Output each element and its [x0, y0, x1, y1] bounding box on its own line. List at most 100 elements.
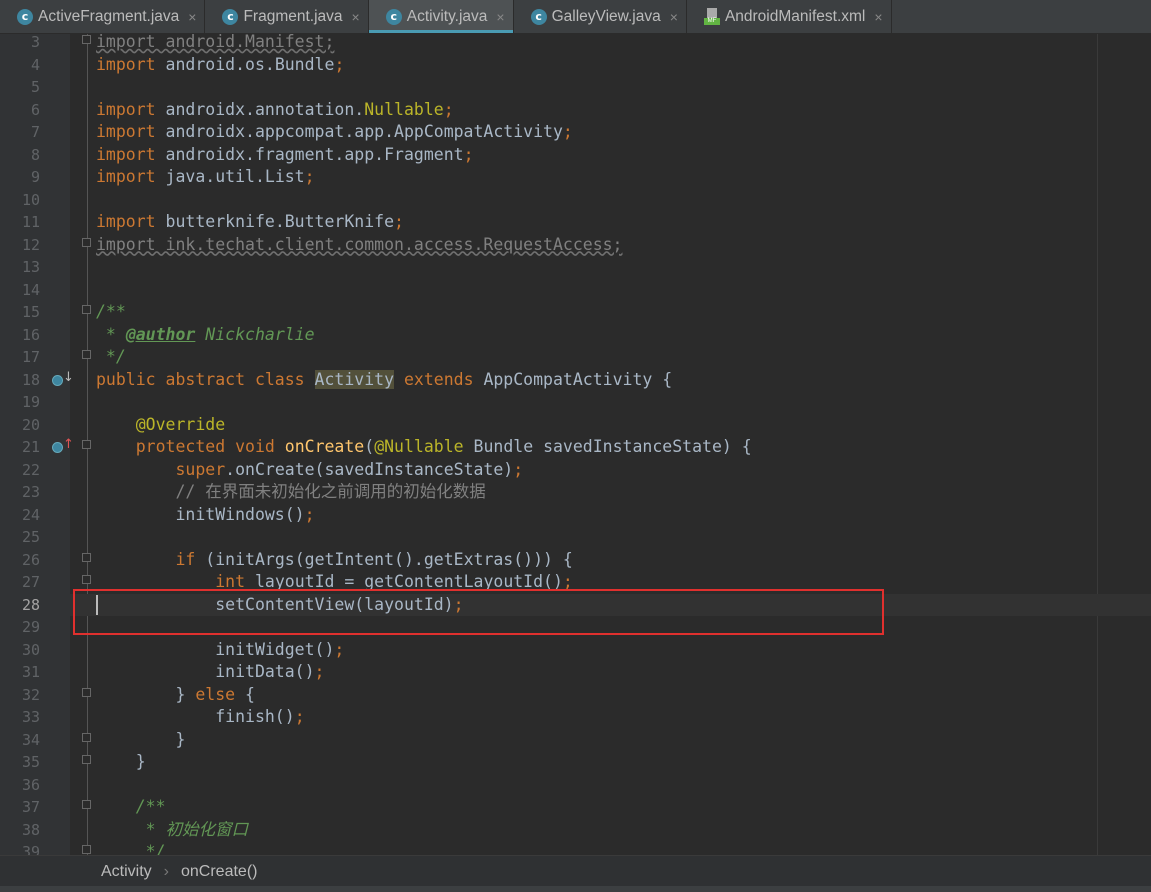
code-line[interactable]: initData(); — [96, 661, 324, 684]
code-line[interactable]: */ — [96, 346, 126, 369]
fold-marker-icon[interactable] — [82, 845, 91, 854]
line-number: 18 — [21, 370, 40, 389]
code-token: import ink.techat.client.common.access.R… — [96, 234, 623, 254]
code-line[interactable]: @Override — [96, 414, 225, 437]
code-line[interactable]: import android.os.Bundle; — [96, 54, 344, 77]
fold-marker-icon[interactable] — [82, 687, 91, 697]
line-number: 33 — [21, 708, 40, 726]
code-token: ; — [394, 212, 404, 231]
code-line[interactable]: import butterknife.ButterKnife; — [96, 211, 404, 234]
fold-marker-icon[interactable] — [82, 305, 91, 314]
close-icon[interactable]: × — [874, 9, 882, 25]
fold-marker-icon[interactable] — [82, 237, 91, 247]
fold-marker-icon[interactable] — [82, 755, 91, 764]
code-line[interactable]: import java.util.List; — [96, 166, 315, 189]
tab-activity-java[interactable]: c Activity.java × — [368, 0, 514, 33]
code-line[interactable]: import androidx.annotation.Nullable; — [96, 99, 454, 122]
code-token: * — [96, 324, 126, 344]
code-token: androidx.appcompat.app.AppCompatActivity — [165, 122, 563, 141]
fold-marker-icon[interactable] — [82, 35, 91, 44]
code-token: import — [96, 99, 166, 119]
line-number: 3 — [30, 33, 40, 51]
code-line[interactable]: public abstract class Activity extends A… — [96, 369, 672, 392]
line-number: 15 — [21, 303, 40, 321]
code-line[interactable]: // 在界面未初始化之前调用的初始化数据 — [96, 481, 485, 504]
code-token: .onCreate(savedInstanceState) — [225, 459, 514, 479]
tab-fragment-java[interactable]: c Fragment.java × — [205, 0, 369, 33]
fold-marker-icon[interactable] — [82, 350, 91, 359]
code-token: * 初始化窗口 — [145, 819, 249, 839]
tab-galleyview-java[interactable]: c GalleyView.java × — [514, 0, 687, 33]
code-token: @author — [125, 324, 196, 344]
line-number: 25 — [21, 528, 40, 546]
code-token: import — [96, 167, 166, 186]
code-line[interactable]: initWidget(); — [96, 639, 344, 662]
code-token: finish() — [96, 707, 295, 726]
line-number: 38 — [21, 820, 40, 839]
code-line[interactable]: import ink.techat.client.common.access.R… — [96, 234, 623, 257]
code-token: ; — [314, 662, 325, 681]
line-number: 10 — [21, 190, 40, 209]
close-icon[interactable]: × — [496, 9, 504, 25]
code-line[interactable]: protected void onCreate(@Nullable Bundle… — [96, 436, 752, 459]
code-token: onCreate — [284, 437, 365, 456]
code-token: } — [96, 684, 196, 704]
code-token: /** — [135, 797, 166, 816]
code-token: ; — [334, 54, 345, 74]
code-line[interactable]: } — [96, 751, 146, 774]
manifest-file-icon: MF — [703, 8, 720, 25]
line-number: 8 — [30, 145, 40, 164]
code-token: Nickcharlie — [195, 324, 315, 344]
implemented-down-icon[interactable]: ↓ — [52, 370, 74, 389]
breadcrumb-item-class[interactable]: Activity — [101, 863, 152, 881]
overrides-up-icon[interactable]: ↑ — [52, 437, 74, 456]
fold-marker-icon[interactable] — [82, 575, 91, 584]
annotation-highlight-box — [73, 589, 884, 635]
code-line[interactable]: } else { — [96, 684, 255, 707]
line-number: 35 — [21, 753, 40, 771]
code-line[interactable]: /** — [96, 301, 126, 324]
breadcrumb-item-method[interactable]: onCreate() — [181, 863, 257, 881]
tab-activefragment-java[interactable]: c ActiveFragment.java × — [0, 0, 206, 33]
fold-marker-icon[interactable] — [82, 800, 91, 809]
code-token: initWidget() — [96, 639, 335, 659]
fold-marker-icon[interactable] — [82, 440, 91, 449]
close-icon[interactable]: × — [670, 9, 678, 25]
code-line[interactable]: import androidx.appcompat.app.AppCompatA… — [96, 121, 573, 144]
line-number: 22 — [21, 460, 40, 479]
line-number: 13 — [21, 258, 40, 276]
code-token: { — [245, 684, 255, 704]
code-line[interactable]: * @author Nickcharlie — [96, 324, 315, 347]
close-icon[interactable]: × — [352, 9, 360, 25]
code-line[interactable]: if (initArgs(getIntent().getExtras())) { — [96, 549, 573, 572]
fold-marker-icon[interactable] — [82, 552, 91, 562]
right-margin-guide — [1097, 34, 1098, 855]
code-line[interactable]: } — [96, 729, 185, 752]
code-token: AppCompatActivity { — [483, 369, 673, 389]
editor-tab-bar: c ActiveFragment.java × c Fragment.java × c Act… — [0, 0, 1151, 34]
code-line[interactable]: import android.Manifest; — [96, 31, 334, 54]
code-token: java.util.List — [165, 167, 305, 186]
code-line[interactable]: initWindows(); — [96, 504, 314, 527]
code-token: import — [96, 54, 166, 74]
code-line[interactable]: finish(); — [96, 706, 304, 729]
tab-androidmanifest-xml[interactable]: MF AndroidManifest.xml × — [687, 0, 892, 33]
code-line[interactable]: * 初始化窗口 — [96, 819, 248, 842]
code-line[interactable]: import androidx.fragment.app.Fragment; — [96, 144, 474, 167]
code-line[interactable]: /** — [96, 796, 166, 819]
java-class-icon: c — [17, 8, 33, 25]
close-icon[interactable]: × — [188, 9, 196, 25]
tab-label: GalleyView.java — [551, 7, 661, 25]
code-token: (initArgs(getIntent().getExtras())) { — [205, 549, 573, 569]
fold-marker-icon[interactable] — [82, 732, 91, 742]
code-token: @Nullable — [374, 437, 464, 456]
code-token: import — [96, 212, 166, 231]
line-number: 17 — [21, 348, 40, 366]
code-token: ; — [513, 459, 524, 479]
code-line[interactable]: super.onCreate(savedInstanceState); — [96, 459, 523, 482]
code-token: else — [195, 684, 246, 704]
